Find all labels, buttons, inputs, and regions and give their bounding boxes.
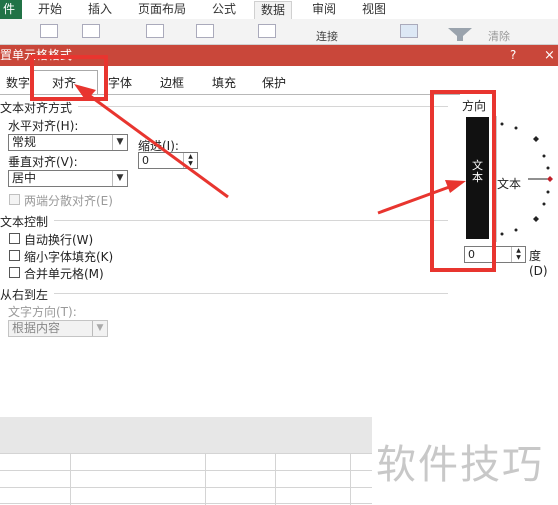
tab-font[interactable]: 字体 xyxy=(108,74,132,92)
horizontal-align-value: 常规 xyxy=(12,135,37,149)
clear-label[interactable]: 清除 xyxy=(488,28,510,44)
sheet-toolbar-band xyxy=(0,417,372,453)
ribbon-tab-home[interactable]: 开始 xyxy=(38,1,62,18)
degrees-label: 度(D) xyxy=(529,249,548,278)
worksheet-grid[interactable] xyxy=(0,453,372,505)
close-button[interactable]: × xyxy=(544,45,555,66)
text-direction-label: 文字方向(T): xyxy=(8,305,77,319)
grid-line xyxy=(0,470,372,471)
merge-cells-checkbox[interactable] xyxy=(9,267,20,278)
ribbon-tab-insert[interactable]: 插入 xyxy=(88,1,112,18)
vertical-align-select[interactable]: 居中 ▼ xyxy=(8,170,128,187)
rtl-section-title: 从右到左 xyxy=(0,288,49,302)
ribbon-icon[interactable] xyxy=(40,24,58,38)
filter-icon[interactable] xyxy=(446,26,474,42)
spinner-buttons[interactable]: ▲ ▼ xyxy=(183,153,197,168)
distributed-label: 两端分散对齐(E) xyxy=(24,194,113,208)
tab-number[interactable]: 数字 xyxy=(6,74,30,92)
chevron-down-icon[interactable]: ▼ xyxy=(112,135,127,150)
section-divider xyxy=(54,220,448,221)
ribbon-tab-view[interactable]: 视图 xyxy=(362,1,386,18)
grid-line xyxy=(0,453,372,454)
grid-line xyxy=(275,453,276,505)
spin-up-icon[interactable]: ▲ xyxy=(184,153,197,160)
shrink-to-fit-label: 缩小字体填充(K) xyxy=(24,250,114,264)
ribbon-icon[interactable] xyxy=(146,24,164,38)
ribbon-icon[interactable] xyxy=(196,24,214,38)
sort-icon[interactable] xyxy=(400,24,418,38)
grid-line xyxy=(0,503,372,504)
vertical-align-value: 居中 xyxy=(12,171,37,185)
file-tab[interactable]: 件 xyxy=(0,0,22,19)
tab-fill[interactable]: 填充 xyxy=(212,74,236,92)
grid-line xyxy=(350,453,351,505)
ribbon-tab-review[interactable]: 审阅 xyxy=(312,1,336,18)
section-divider xyxy=(54,293,448,294)
wrap-text-label: 自动换行(W) xyxy=(24,233,94,247)
tab-border[interactable]: 边框 xyxy=(160,74,184,92)
spinner-buttons[interactable]: ▲ ▼ xyxy=(511,247,525,262)
horizontal-align-select[interactable]: 常规 ▼ xyxy=(8,134,128,151)
highlight-box-orientation xyxy=(430,90,496,272)
tab-protection[interactable]: 保护 xyxy=(262,74,286,92)
connections-label[interactable]: 连接 xyxy=(316,28,338,44)
distributed-checkbox[interactable] xyxy=(9,194,20,205)
ribbon: 件 开始 插入 页面布局 公式 数据 审阅 视图 连接 清除 xyxy=(0,0,558,45)
ribbon-tab-data[interactable]: 数据 xyxy=(254,1,293,19)
grid-line xyxy=(205,453,206,505)
dial-text-sample: 文本 xyxy=(497,177,522,191)
text-control-section-title: 文本控制 xyxy=(0,215,49,229)
indent-spinner[interactable]: 0 ▲ ▼ xyxy=(138,152,198,169)
chevron-down-icon[interactable]: ▼ xyxy=(92,321,107,336)
wrap-text-checkbox[interactable] xyxy=(9,233,20,244)
ribbon-tab-page-layout[interactable]: 页面布局 xyxy=(138,1,186,18)
chevron-down-icon[interactable]: ▼ xyxy=(112,171,127,186)
alignment-section-title: 文本对齐方式 xyxy=(0,101,73,115)
ribbon-tab-bar: 件 开始 插入 页面布局 公式 数据 审阅 视图 xyxy=(0,0,558,19)
spin-up-icon[interactable]: ▲ xyxy=(512,247,525,254)
help-button[interactable]: ? xyxy=(510,45,516,66)
ribbon-icon[interactable] xyxy=(82,24,100,38)
section-divider xyxy=(78,106,448,107)
highlight-box-alignment-tab xyxy=(30,55,108,101)
indent-value: 0 xyxy=(142,154,149,167)
text-direction-value: 根据内容 xyxy=(12,321,61,335)
spin-down-icon[interactable]: ▼ xyxy=(512,254,525,261)
grid-line xyxy=(70,453,71,505)
ribbon-tab-formulas[interactable]: 公式 xyxy=(212,1,236,18)
spin-down-icon[interactable]: ▼ xyxy=(184,160,197,167)
text-direction-select[interactable]: 根据内容 ▼ xyxy=(8,320,108,337)
vertical-align-label: 垂直对齐(V): xyxy=(8,155,78,169)
shrink-to-fit-checkbox[interactable] xyxy=(9,250,20,261)
grid-line xyxy=(0,487,372,488)
watermark-text: 软件技巧 xyxy=(376,442,544,488)
merge-cells-label: 合并单元格(M) xyxy=(24,267,104,281)
horizontal-align-label: 水平对齐(H): xyxy=(8,119,79,133)
ribbon-icon[interactable] xyxy=(258,24,276,38)
